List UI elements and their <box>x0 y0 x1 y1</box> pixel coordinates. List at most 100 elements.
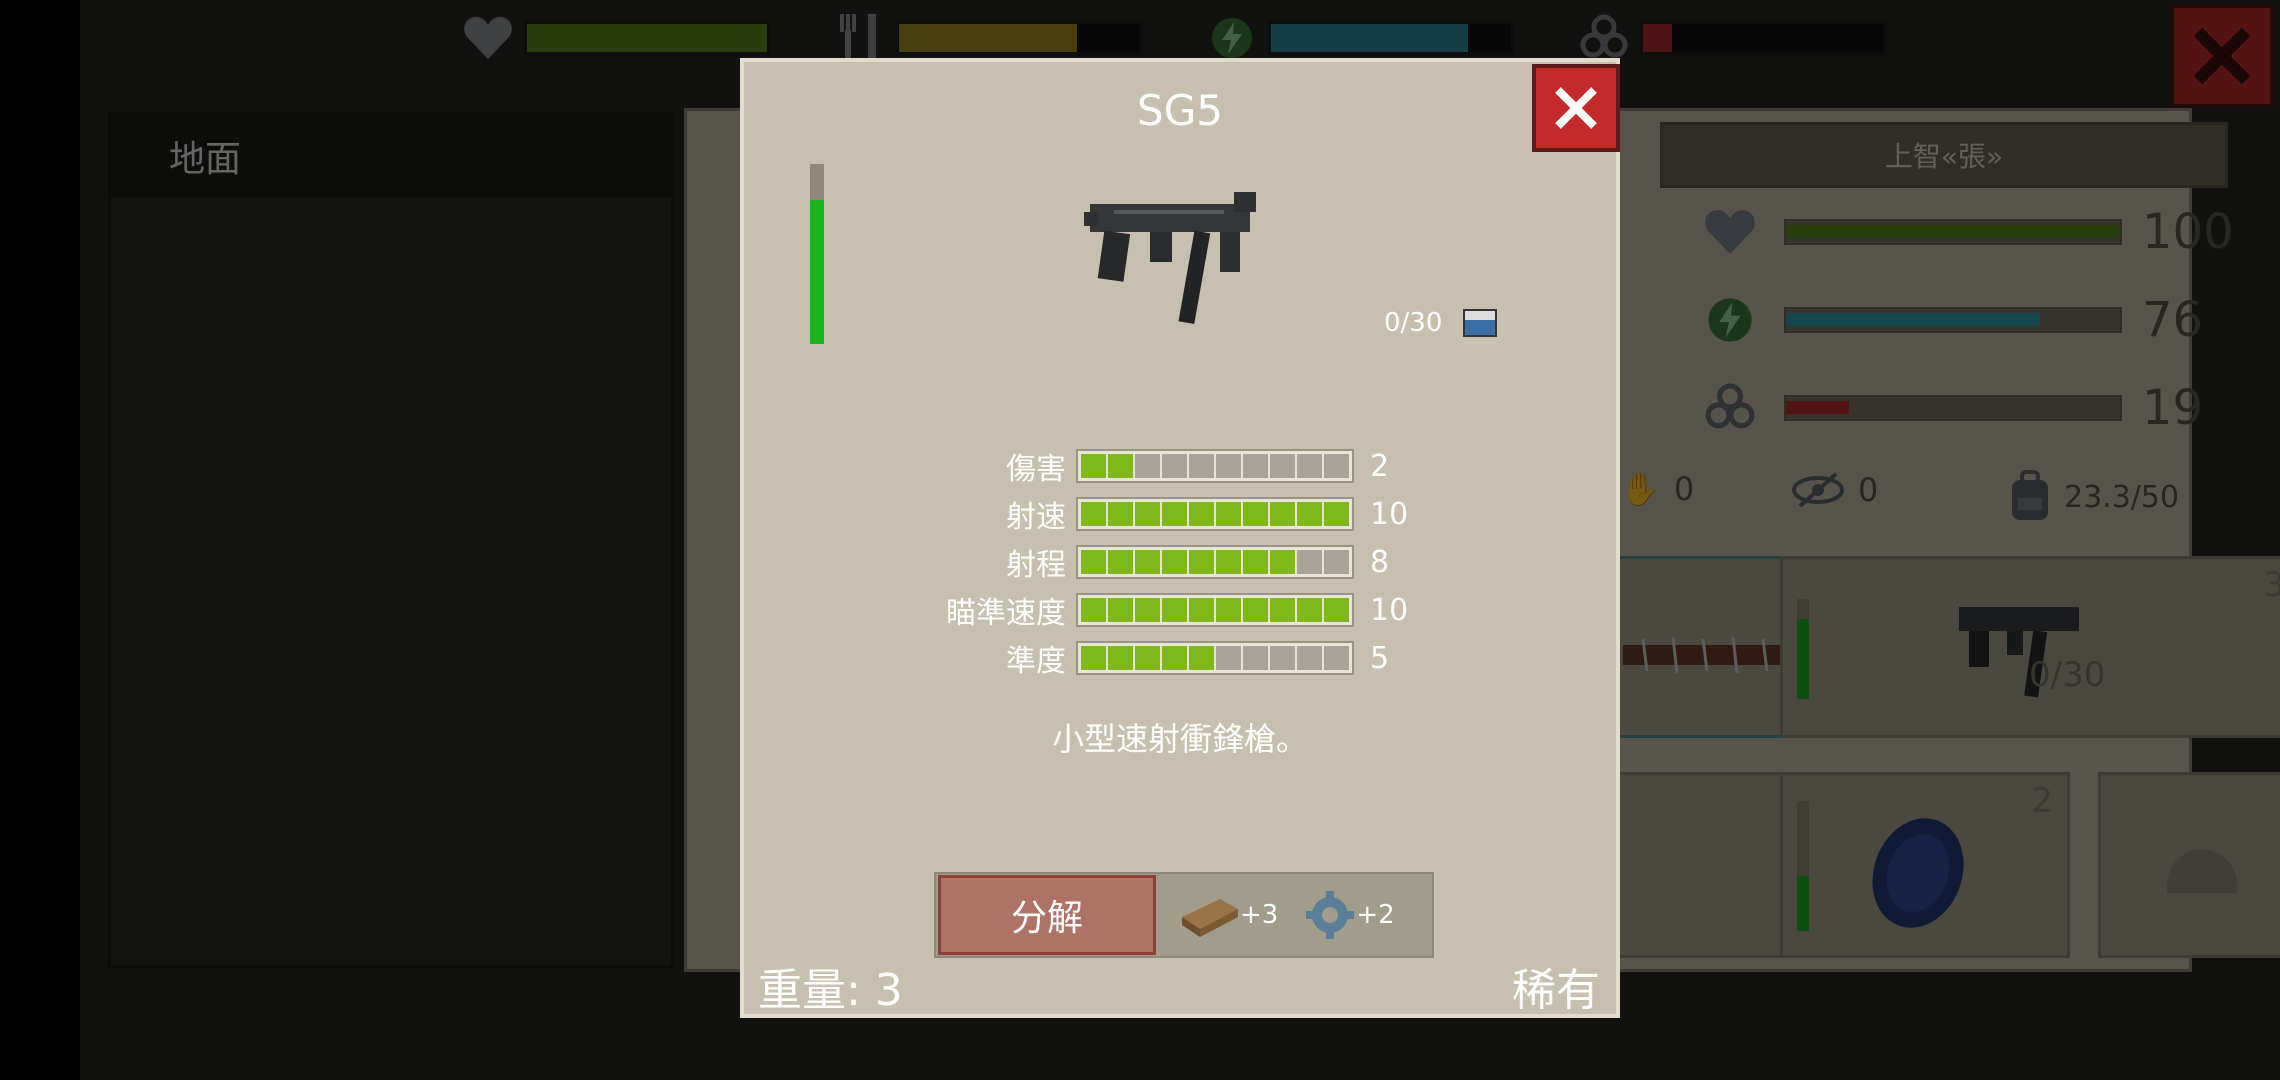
stat-row-fire-rate: 射速 10 <box>864 490 1464 538</box>
character-energy-fill <box>1786 313 2040 327</box>
gear-icon <box>1306 891 1355 939</box>
character-health-bar <box>1784 219 2122 245</box>
stat-value: 5 <box>1370 640 1390 676</box>
stat-bar <box>1076 449 1354 483</box>
stat-pip <box>1189 502 1214 526</box>
stat-pip <box>1135 454 1160 478</box>
material-amount: +3 <box>1240 900 1279 930</box>
stat-pip <box>1108 454 1133 478</box>
item-description: 小型速射衝鋒槍。 <box>1051 720 1308 758</box>
stat-pip <box>1324 550 1349 574</box>
stat-pip <box>1081 598 1106 622</box>
sg5-icon <box>1084 192 1256 325</box>
material-wood: +3 <box>1180 891 1278 939</box>
stat-pip <box>1216 502 1241 526</box>
health-bar <box>524 21 770 55</box>
stat-pip <box>1297 550 1322 574</box>
material-gear: +2 <box>1304 889 1395 941</box>
character-energy-value: 76 <box>2142 292 2204 348</box>
item-durability-fill <box>810 200 824 344</box>
stat-bar <box>1076 641 1354 675</box>
health-stat <box>460 10 770 66</box>
character-health-fill <box>1786 225 2120 239</box>
stat-value: 10 <box>1370 496 1409 532</box>
stat-pip <box>1324 598 1349 622</box>
disassemble-button[interactable]: 分解 <box>938 875 1156 955</box>
weight-capacity-value: 23.3/50 <box>2064 479 2180 515</box>
energy-icon <box>1700 290 1760 350</box>
disassemble-panel: 分解 +3 +2 <box>934 872 1434 958</box>
stat-pip <box>1324 646 1349 670</box>
stat-pip <box>1243 598 1268 622</box>
stat-pip <box>1216 550 1241 574</box>
stat-pip <box>1162 502 1187 526</box>
character-name-tab[interactable]: 上智«張» <box>1660 122 2228 188</box>
heart-icon <box>460 10 516 66</box>
slot-count: 2 <box>2031 781 2053 821</box>
stat-row-aim-speed: 瞄準速度 10 <box>864 586 1464 634</box>
stat-pip <box>1108 502 1133 526</box>
stat-pip <box>1297 502 1322 526</box>
spiked-bat-icon <box>1623 636 1783 674</box>
slot-ammo: 0/30 <box>2029 655 2106 695</box>
stat-label: 瞄準速度 <box>946 596 1066 631</box>
inventory-slot-backpack[interactable]: 2 <box>1780 772 2070 958</box>
stat-pip <box>1189 454 1214 478</box>
infection-bar <box>1640 21 1886 55</box>
slot-count: 3 <box>2263 565 2280 605</box>
stat-pip <box>1108 598 1133 622</box>
helmet-icon <box>2167 849 2237 893</box>
stat-pip <box>1189 646 1214 670</box>
food-bar-fill <box>899 24 1077 52</box>
stat-label: 射程 <box>1006 548 1066 583</box>
character-energy-bar <box>1784 307 2122 333</box>
stat-row-accuracy: 準度 5 <box>864 634 1464 682</box>
stat-pip <box>1135 598 1160 622</box>
eye-slash-icon <box>1792 472 1844 508</box>
ammo-box-icon <box>1463 309 1498 337</box>
energy-bar <box>1268 21 1514 55</box>
infection-stat <box>1576 10 1886 66</box>
ground-panel[interactable]: 地面 <box>108 112 674 968</box>
stat-pip <box>1081 646 1106 670</box>
item-weight: 重量: 3 <box>758 965 903 1016</box>
character-infection-fill <box>1786 401 1850 415</box>
stat-pip <box>1270 646 1295 670</box>
inventory-slot-helmet[interactable] <box>2098 772 2280 958</box>
stat-label: 準度 <box>1006 644 1066 679</box>
stat-bar <box>1076 545 1354 579</box>
inventory-slot-weapon[interactable]: 3 0/30 <box>1780 556 2280 738</box>
food-bar <box>896 21 1142 55</box>
health-bar-fill <box>527 24 767 52</box>
heart-icon <box>1700 202 1760 262</box>
character-infection: 19 <box>1700 378 2238 438</box>
item-stats: 傷害 2 射速 10 射程 8 瞄準速度 10 準度 5 <box>864 442 1464 682</box>
stat-pip <box>1162 550 1187 574</box>
stat-pip <box>1243 550 1268 574</box>
material-amount: +2 <box>1356 900 1395 930</box>
stat-pip <box>1216 646 1241 670</box>
close-inventory-button[interactable] <box>2170 4 2274 108</box>
stat-pip <box>1108 646 1133 670</box>
popup-close-button[interactable] <box>1532 64 1620 152</box>
weight-capacity-stat: 23.3/50 <box>2008 470 2179 524</box>
stat-pip <box>1135 550 1160 574</box>
slot-durability-fill <box>1797 876 1809 931</box>
stat-label: 傷害 <box>1006 452 1066 487</box>
stat-pip <box>1270 550 1295 574</box>
stat-row-range: 射程 8 <box>864 538 1464 586</box>
stat-pip <box>1216 598 1241 622</box>
ammo-count: 0/30 <box>1384 308 1443 338</box>
wood-plank-icon <box>1182 899 1238 937</box>
hand-icon: ✋ <box>1620 470 1660 508</box>
stat-pip <box>1297 454 1322 478</box>
stat-pip <box>1297 646 1322 670</box>
item-durability-bar <box>810 164 824 344</box>
stat-pip <box>1270 502 1295 526</box>
biohazard-icon <box>1700 378 1760 438</box>
backpack-icon <box>2012 470 2048 520</box>
hands-stat: ✋ 0 <box>1620 470 1694 508</box>
item-detail-popup: SG5 0/30 傷害 2 射速 10 射程 8 瞄準速度 10 準度 5 小型… <box>740 58 1620 1018</box>
stealth-stat: 0 <box>1790 470 1878 510</box>
slot-durability-bar <box>1797 599 1809 699</box>
